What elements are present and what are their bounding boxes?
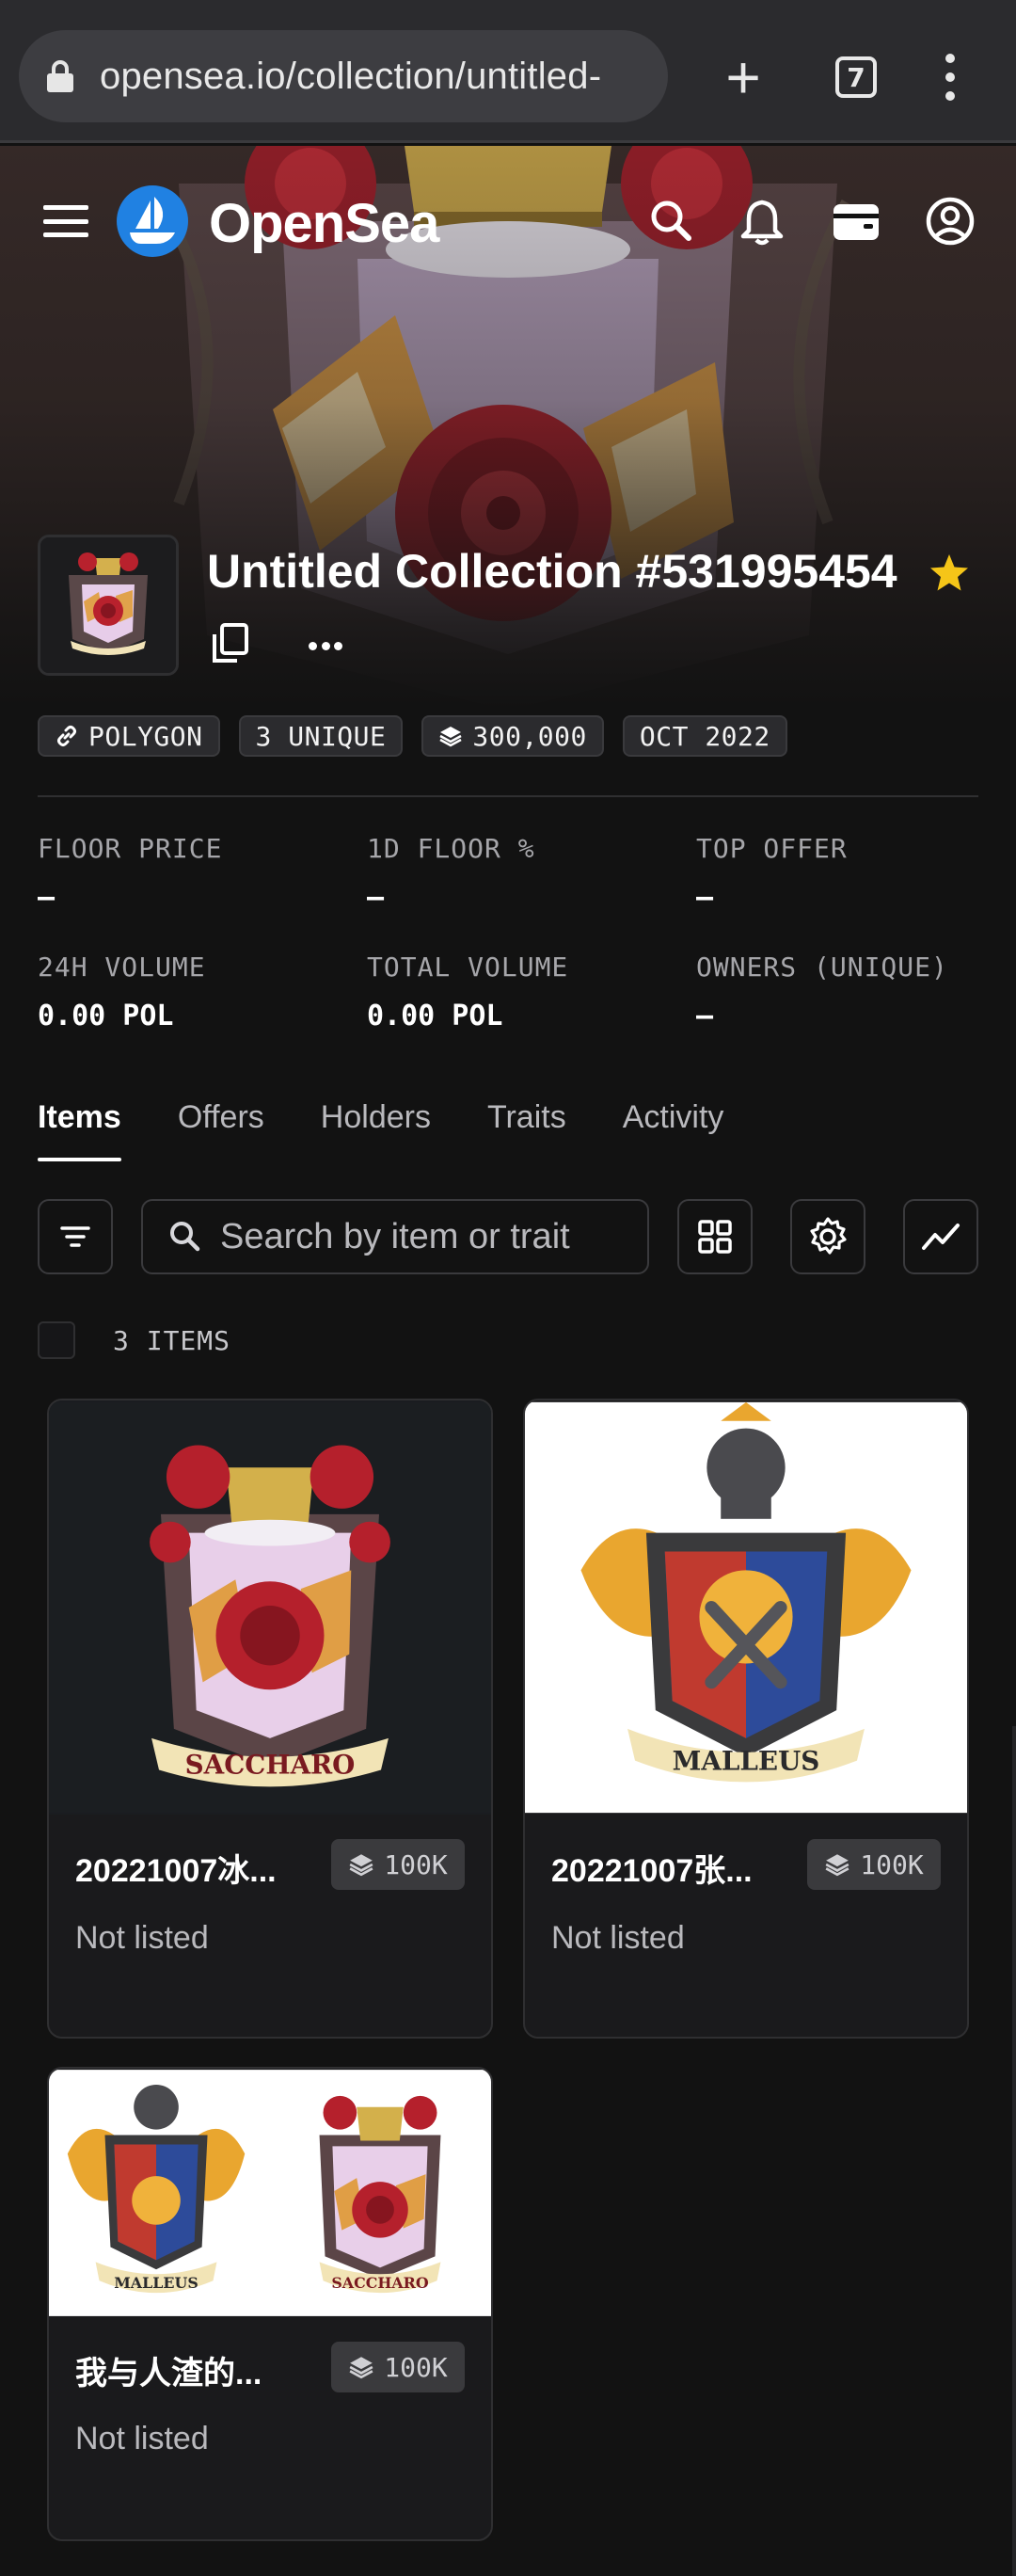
grid-view-button[interactable] — [677, 1199, 753, 1274]
stat-24h-volume: 24H VOLUME 0.00 POL — [38, 952, 357, 1032]
more-options-icon[interactable] — [303, 623, 348, 668]
date-label: OCT 2022 — [639, 720, 770, 752]
grid-icon — [698, 1220, 732, 1254]
supply-badge: 300,000 — [421, 715, 604, 757]
gear-icon — [810, 1217, 847, 1255]
stat-label: 24H VOLUME — [38, 952, 206, 983]
browser-toolbar: opensea.io/collection/untitled- + 7 — [0, 0, 1016, 143]
item-supply: 100K — [384, 2351, 448, 2383]
section-divider — [38, 795, 978, 797]
tab-activity[interactable]: Activity — [623, 1099, 724, 1165]
stat-1d-floor: 1D FLOOR % – — [367, 833, 687, 914]
date-badge: OCT 2022 — [622, 715, 787, 757]
item-name: 20221007冰... — [75, 1853, 277, 1889]
scrollbar[interactable] — [1012, 1726, 1016, 2576]
new-tab-icon[interactable]: + — [707, 38, 779, 117]
chain-label: POLYGON — [88, 720, 203, 752]
tab-offers[interactable]: Offers — [178, 1099, 264, 1165]
stat-label: TOTAL VOLUME — [367, 952, 569, 983]
stat-label: TOP OFFER — [696, 833, 848, 864]
layers-icon — [825, 1854, 849, 1877]
stat-top-offer: TOP OFFER – — [696, 833, 1016, 914]
brand-name[interactable]: OpenSea — [209, 192, 439, 255]
unique-badge: 3 UNIQUE — [238, 715, 404, 757]
opensea-logo-icon[interactable] — [117, 185, 188, 257]
select-all-checkbox[interactable] — [38, 1321, 75, 1359]
search-icon — [170, 1222, 200, 1252]
tab-holders[interactable]: Holders — [321, 1099, 431, 1165]
items-count-row: 3 ITEMS — [38, 1321, 230, 1359]
filter-button[interactable] — [38, 1199, 113, 1274]
hamburger-icon[interactable] — [43, 205, 88, 237]
art-text-left: MALLEUS — [114, 2274, 198, 2292]
items-count: 3 ITEMS — [113, 1324, 231, 1356]
wallet-icon[interactable] — [830, 195, 882, 248]
tab-items[interactable]: Items — [38, 1099, 121, 1165]
chain-badge[interactable]: POLYGON — [38, 715, 220, 757]
stat-value: 0.00 POL — [367, 1000, 503, 1032]
bell-icon[interactable] — [736, 195, 788, 248]
item-supply: 100K — [860, 1848, 924, 1880]
item-card[interactable]: MALLEUS 20221007张... 100K Not listed — [523, 1399, 969, 2039]
item-name: 20221007张... — [551, 1853, 753, 1889]
layers-icon — [349, 1854, 373, 1877]
collection-avatar[interactable] — [38, 535, 179, 676]
tab-count: 7 — [835, 56, 877, 98]
account-icon[interactable] — [924, 195, 976, 248]
link-icon — [57, 726, 76, 746]
star-icon[interactable] — [928, 552, 971, 595]
stat-value: 0.00 POL — [38, 1000, 174, 1032]
copy-icon[interactable] — [209, 621, 250, 666]
stat-value: – — [696, 1000, 714, 1032]
item-card[interactable]: SACCHARO 20221007冰... 100K Not listed — [47, 1399, 493, 2039]
item-image: MALLEUS SACCHARO — [49, 2070, 491, 2316]
stat-label: OWNERS (UNIQUE) — [696, 952, 948, 983]
layers-icon — [349, 2357, 373, 2379]
item-image: MALLEUS — [525, 1401, 967, 1814]
stat-label: FLOOR PRICE — [38, 833, 223, 864]
unique-label: 3 UNIQUE — [255, 720, 387, 752]
item-status: Not listed — [75, 1920, 209, 1956]
search-placeholder: Search by item or trait — [220, 1216, 570, 1256]
stat-label: 1D FLOOR % — [367, 833, 535, 864]
address-bar[interactable]: opensea.io/collection/untitled- — [19, 30, 668, 122]
filter-icon — [60, 1226, 90, 1247]
stat-floor-price: FLOOR PRICE – — [38, 833, 357, 914]
stat-owners: OWNERS (UNIQUE) – — [696, 952, 1016, 1032]
layers-icon — [439, 727, 462, 747]
art-text: SACCHARO — [185, 1749, 356, 1780]
trend-icon — [922, 1224, 960, 1250]
stat-value: – — [367, 881, 385, 914]
tab-switcher-button[interactable]: 7 — [817, 38, 896, 117]
item-status: Not listed — [75, 2421, 209, 2456]
collection-title: Untitled Collection #531995454 — [207, 545, 897, 598]
collection-badges: POLYGON 3 UNIQUE 300,000 OCT 2022 — [38, 715, 787, 757]
supply-label: 300,000 — [472, 720, 587, 752]
art-text-right: SACCHARO — [331, 2274, 428, 2292]
analytics-button[interactable] — [903, 1199, 978, 1274]
art-text: MALLEUS — [673, 1746, 820, 1777]
search-input[interactable]: Search by item or trait — [141, 1199, 649, 1274]
tab-traits[interactable]: Traits — [487, 1099, 566, 1165]
item-status: Not listed — [551, 1920, 685, 1956]
stat-value: – — [696, 881, 714, 914]
item-supply: 100K — [384, 1848, 448, 1880]
url-text: opensea.io/collection/untitled- — [100, 55, 602, 97]
item-name: 我与人渣的... — [75, 2356, 262, 2392]
stat-total-volume: TOTAL VOLUME 0.00 POL — [367, 952, 687, 1032]
stat-value: – — [38, 881, 56, 914]
item-image: SACCHARO — [49, 1400, 491, 1815]
item-card[interactable]: MALLEUS SACCHARO 我与人渣的... 100K Not liste… — [47, 2067, 493, 2541]
settings-button[interactable] — [790, 1199, 865, 1274]
collection-tabs: Items Offers Holders Traits Activity — [38, 1099, 780, 1165]
item-supply-badge: 100K — [331, 2342, 465, 2392]
lock-icon — [47, 60, 73, 92]
browser-menu-icon[interactable] — [920, 38, 980, 117]
search-icon[interactable] — [645, 195, 698, 248]
site-header: OpenSea — [0, 169, 1016, 273]
item-supply-badge: 100K — [331, 1839, 465, 1890]
item-supply-badge: 100K — [807, 1839, 941, 1890]
